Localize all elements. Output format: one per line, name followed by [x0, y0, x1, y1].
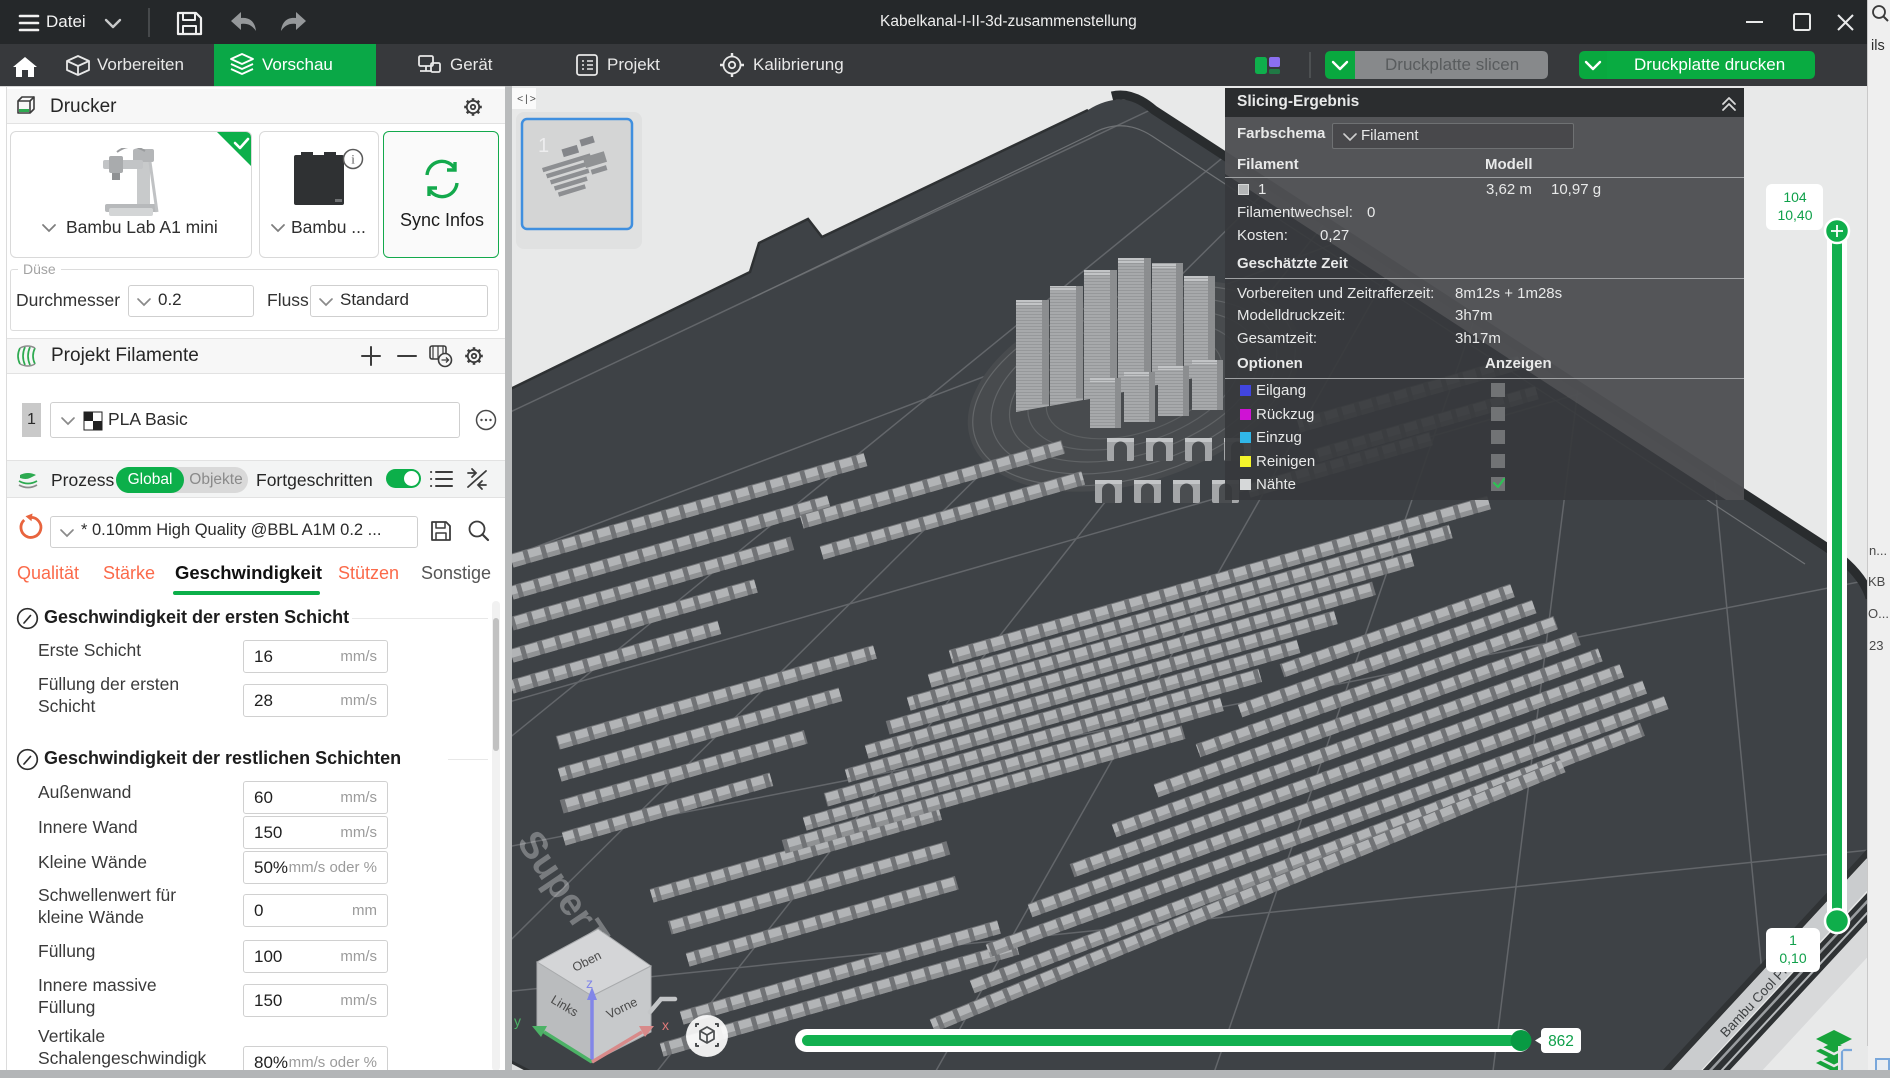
svg-text:104: 104 [1783, 189, 1807, 205]
svg-text:x: x [662, 1017, 669, 1033]
svg-text:y: y [514, 1013, 521, 1029]
svg-text:i: i [351, 152, 355, 167]
svg-text:862: 862 [1548, 1033, 1574, 1050]
svg-text:10,40: 10,40 [1777, 207, 1812, 223]
svg-text:z: z [586, 975, 593, 991]
svg-text:0,10: 0,10 [1779, 950, 1806, 966]
svg-text:1: 1 [538, 135, 549, 157]
svg-text:<|>: <|> [517, 94, 536, 106]
svg-text:1: 1 [1789, 932, 1797, 948]
